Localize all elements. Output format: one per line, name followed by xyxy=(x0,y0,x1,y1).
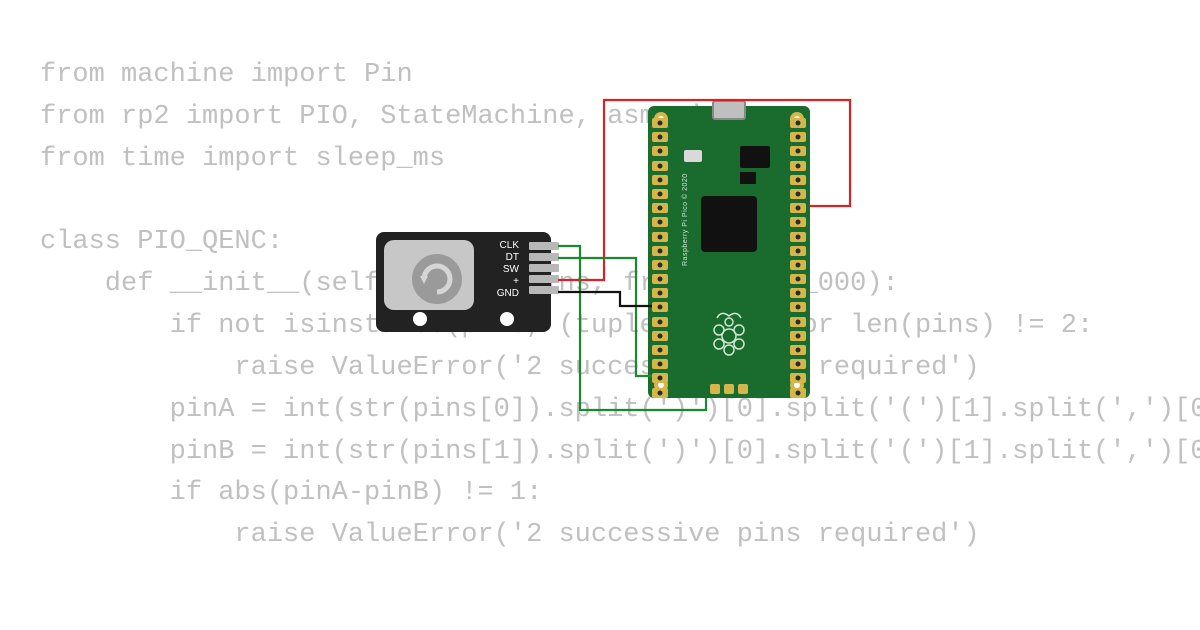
pico-usb-connector xyxy=(712,100,746,120)
pico-pin xyxy=(790,175,806,185)
mount-hole xyxy=(500,312,514,326)
pico-bootsel-button xyxy=(684,150,702,162)
encoder-pin-labels: CLK DT SW + GND xyxy=(497,240,519,300)
debug-pin xyxy=(710,384,720,394)
pico-pin xyxy=(790,288,806,298)
pico-regulator-chip xyxy=(740,172,756,184)
pico-pin xyxy=(790,317,806,327)
pico-board-text: Raspberry Pi Pico © 2020 xyxy=(682,173,689,266)
pico-pin xyxy=(652,161,668,171)
pico-debug-header xyxy=(710,384,748,394)
pico-pin xyxy=(790,203,806,213)
pico-pin xyxy=(790,302,806,312)
pico-pin xyxy=(652,302,668,312)
pico-pin xyxy=(790,274,806,284)
encoder-label-sw: SW xyxy=(497,264,519,276)
code-line: pinB = int(str(pins[1]).split(')')[0].sp… xyxy=(40,437,1200,467)
pico-pin xyxy=(652,189,668,199)
code-line: raise ValueError('2 successive pins requ… xyxy=(40,520,980,550)
code-line: pinA = int(str(pins[0]).split(')')[0].sp… xyxy=(40,395,1200,425)
pico-pin xyxy=(652,317,668,327)
debug-pin xyxy=(724,384,734,394)
pico-pin xyxy=(790,189,806,199)
debug-pin xyxy=(738,384,748,394)
pico-pin xyxy=(652,274,668,284)
pico-pin xyxy=(652,260,668,270)
encoder-mount-holes xyxy=(376,312,551,326)
encoder-pin xyxy=(529,275,559,283)
pico-pin xyxy=(652,232,668,242)
rotary-encoder-module: CLK DT SW + GND xyxy=(376,232,551,332)
pico-pin xyxy=(652,359,668,369)
pico-pin xyxy=(790,246,806,256)
code-line: if not isinstance(pins, (tuple, list)) o… xyxy=(40,311,1093,341)
pico-pin xyxy=(652,217,668,227)
code-line: from machine import Pin xyxy=(40,60,413,90)
pico-pin xyxy=(790,260,806,270)
pico-pin xyxy=(790,161,806,171)
mount-hole xyxy=(413,312,427,326)
encoder-pin xyxy=(529,253,559,261)
pico-pin xyxy=(790,232,806,242)
pico-pin xyxy=(652,132,668,142)
pico-pin xyxy=(652,388,668,398)
raspberry-pi-logo-icon xyxy=(707,306,751,360)
pico-pin xyxy=(790,217,806,227)
encoder-knob xyxy=(412,254,462,304)
pico-pin xyxy=(652,146,668,156)
pico-pin xyxy=(790,388,806,398)
encoder-rotate-icon xyxy=(412,254,462,304)
pico-pin xyxy=(790,373,806,383)
pico-pin xyxy=(652,373,668,383)
code-line: raise ValueError('2 successive pins requ… xyxy=(40,353,980,383)
code-line: class PIO_QENC: xyxy=(40,227,283,257)
encoder-header-pins xyxy=(529,242,559,294)
pico-pin xyxy=(790,118,806,128)
pico-pin xyxy=(652,118,668,128)
pico-pin-row-right xyxy=(790,118,806,398)
code-line: from rp2 import PIO, StateMachine, asm_p… xyxy=(40,102,721,132)
pico-pin xyxy=(652,175,668,185)
pico-pin-row-left xyxy=(652,118,668,398)
pico-flash-chip xyxy=(740,146,770,168)
pico-pin xyxy=(790,345,806,355)
encoder-knob-plate xyxy=(384,240,474,310)
pico-pin xyxy=(652,288,668,298)
raspberry-pi-pico-board: Raspberry Pi Pico © 2020 xyxy=(648,106,810,398)
pico-rp2040-chip xyxy=(701,196,757,252)
pico-pin xyxy=(790,331,806,341)
encoder-label-clk: CLK xyxy=(497,240,519,252)
encoder-pin xyxy=(529,286,559,294)
encoder-label-gnd: GND xyxy=(497,288,519,300)
pico-pin xyxy=(652,345,668,355)
pico-pin xyxy=(790,359,806,369)
pico-pin xyxy=(652,203,668,213)
pico-pin xyxy=(790,132,806,142)
code-line: if abs(pinA-pinB) != 1: xyxy=(40,478,542,508)
pico-pin xyxy=(790,146,806,156)
code-background: from machine import Pin from rp2 import … xyxy=(40,55,1200,557)
encoder-pin xyxy=(529,264,559,272)
encoder-label-plus: + xyxy=(497,276,519,288)
pico-pin xyxy=(652,331,668,341)
pico-pin xyxy=(652,246,668,256)
code-line: from time import sleep_ms xyxy=(40,144,445,174)
encoder-label-dt: DT xyxy=(497,252,519,264)
encoder-pin xyxy=(529,242,559,250)
